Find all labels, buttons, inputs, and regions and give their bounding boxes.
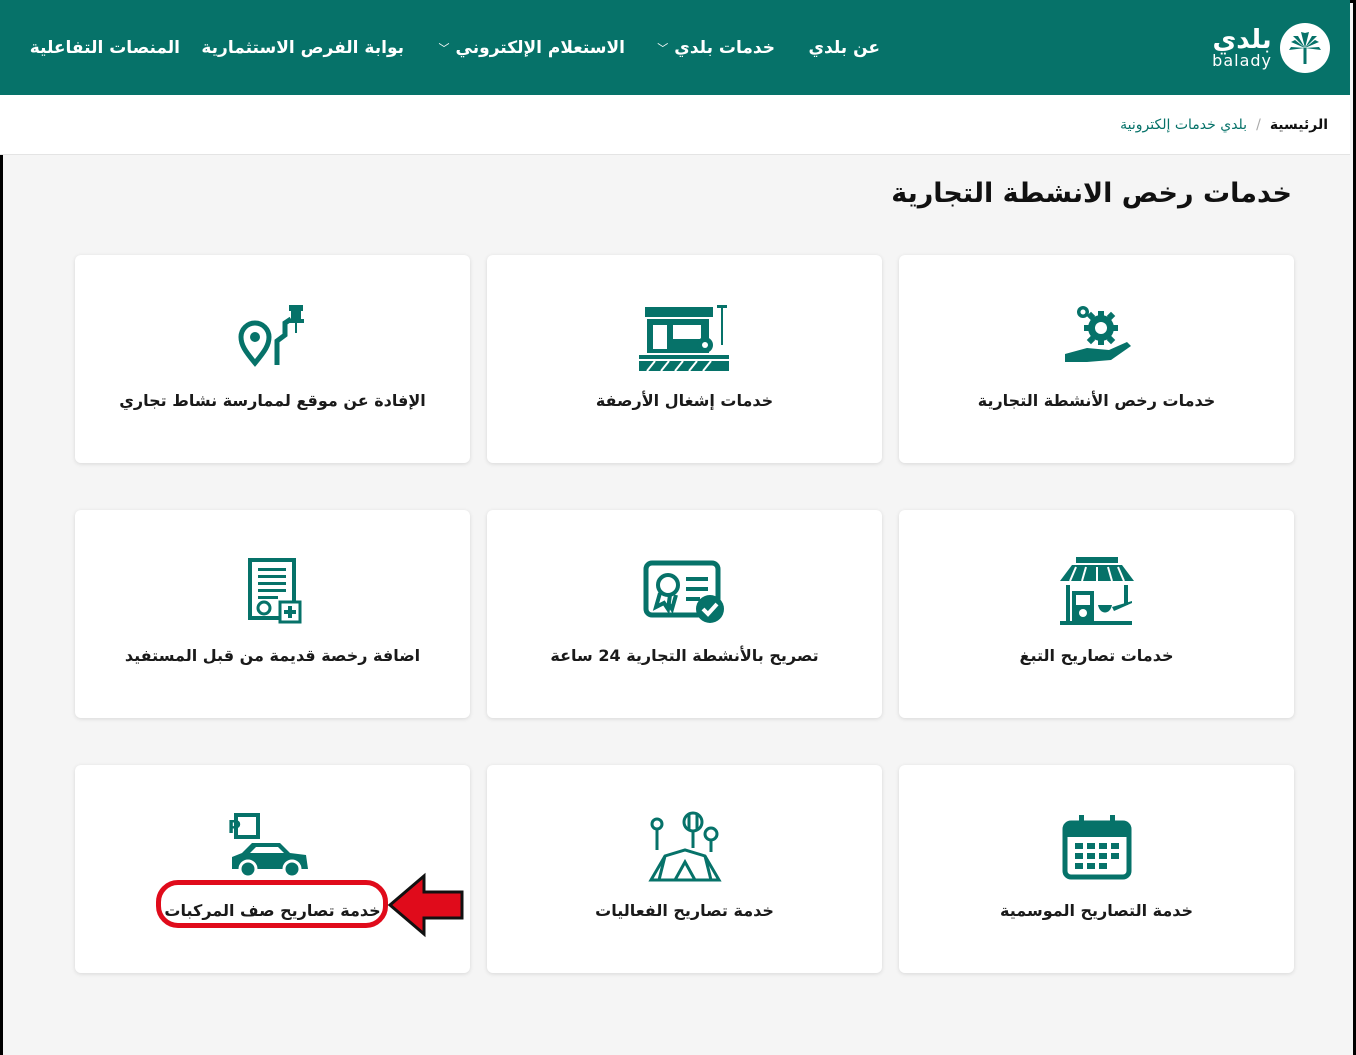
breadcrumb: الرئيسية / بلدي خدمات إلكترونية	[0, 95, 1350, 155]
storefront-icon	[635, 295, 735, 379]
logo-arabic: بلدي	[1212, 25, 1272, 55]
card-label: خدمات تصاريح التبغ	[1019, 646, 1174, 665]
logo-text: بلدي balady	[1212, 27, 1272, 69]
gear-hand-icon	[1047, 295, 1147, 379]
top-navbar: بلدي balady عن بلدي خدمات بلدي ﹀ الاستعل…	[0, 0, 1350, 95]
service-card-commercial-licenses[interactable]: خدمات رخص الأنشطة التجارية	[899, 255, 1294, 463]
tobacco-shop-icon	[1047, 550, 1147, 634]
breadcrumb-home[interactable]: الرئيسية	[1270, 117, 1328, 133]
red-arrow-annotation	[387, 872, 464, 938]
service-card-seasonal-permits[interactable]: خدمة التصاريح الموسمية	[899, 765, 1294, 973]
palm-logo-icon	[1280, 23, 1330, 73]
calendar-icon	[1047, 805, 1147, 889]
service-card-tobacco-permits[interactable]: خدمات تصاريح التبغ	[899, 510, 1294, 718]
service-card-24h-permit[interactable]: تصريح بالأنشطة التجارية 24 ساعة	[487, 510, 882, 718]
nav-item-services[interactable]: خدمات بلدي ﹀	[657, 0, 775, 95]
highlight-ring	[156, 880, 388, 928]
card-label: خدمة تصاريح الفعاليات	[595, 901, 774, 920]
breadcrumb-separator: /	[1256, 116, 1261, 133]
document-add-icon	[223, 550, 323, 634]
certificate-check-icon	[635, 550, 735, 634]
nav-item-e-inquiry[interactable]: الاستعلام الإلكتروني ﹀	[439, 0, 625, 95]
nav-item-about[interactable]: عن بلدي	[808, 0, 880, 95]
chevron-down-icon: ﹀	[657, 41, 669, 55]
service-card-event-permits[interactable]: خدمة تصاريح الفعاليات	[487, 765, 882, 973]
nav-item-label: عن بلدي	[808, 37, 880, 58]
service-card-sidewalk-occupancy[interactable]: خدمات إشغال الأرصفة	[487, 255, 882, 463]
balady-logo[interactable]: بلدي balady	[1190, 18, 1330, 78]
card-label: تصريح بالأنشطة التجارية 24 ساعة	[550, 646, 819, 665]
card-label: خدمة التصاريح الموسمية	[1000, 901, 1194, 920]
logo-english: balady	[1212, 51, 1272, 70]
parking-car-icon: P	[223, 805, 323, 889]
nav-item-label: المنصات التفاعلية	[29, 37, 180, 58]
breadcrumb-current[interactable]: بلدي خدمات إلكترونية	[1120, 117, 1247, 133]
nav-item-label: الاستعلام الإلكتروني	[455, 37, 625, 58]
page-title: خدمات رخص الانشطة التجارية	[891, 178, 1292, 209]
event-tent-icon	[635, 805, 735, 889]
svg-text:P: P	[228, 817, 241, 838]
nav-item-interactive-platforms[interactable]: المنصات التفاعلية	[30, 0, 180, 95]
card-label: خدمات رخص الأنشطة التجارية	[977, 391, 1216, 410]
card-label: خدمات إشغال الأرصفة	[595, 391, 774, 410]
card-label: اضافة رخصة قديمة من قبل المستفيد	[124, 646, 421, 665]
nav-item-label: خدمات بلدي	[674, 37, 775, 58]
service-card-location-inquiry[interactable]: الإفادة عن موقع لممارسة نشاط تجاري	[75, 255, 470, 463]
nav-item-label: بوابة الفرص الاستثمارية	[201, 37, 404, 58]
card-label: الإفادة عن موقع لممارسة نشاط تجاري	[119, 391, 426, 410]
service-card-add-old-license[interactable]: اضافة رخصة قديمة من قبل المستفيد	[75, 510, 470, 718]
service-card-vehicle-parking-permits[interactable]: P خدمة تصاريح صف المركبات	[75, 765, 470, 973]
location-pin-path-icon	[223, 295, 323, 379]
chevron-down-icon: ﹀	[438, 41, 450, 55]
nav-item-investment-portal[interactable]: بوابة الفرص الاستثمارية	[201, 0, 404, 95]
